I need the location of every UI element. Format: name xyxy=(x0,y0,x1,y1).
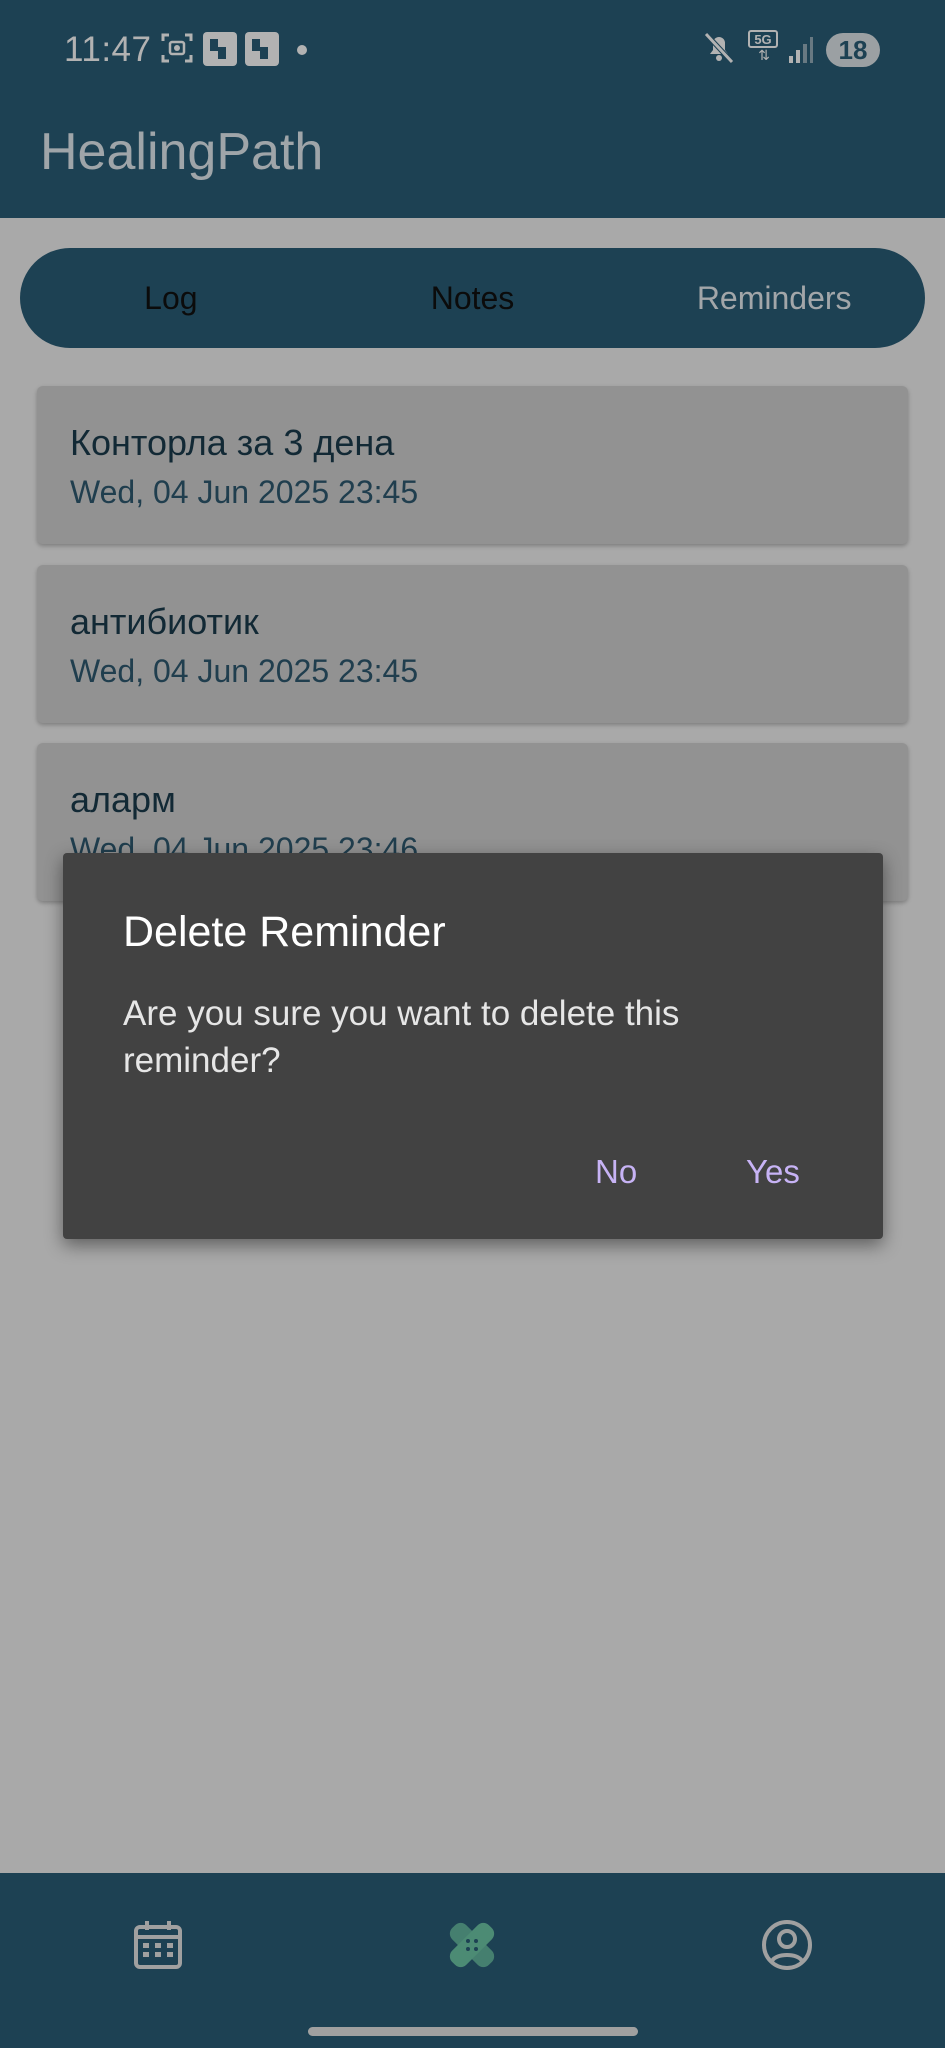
no-button[interactable]: No xyxy=(595,1153,637,1191)
dialog-title: Delete Reminder xyxy=(123,908,446,956)
dialog-message: Are you sure you want to delete this rem… xyxy=(123,994,680,1080)
delete-reminder-dialog: Delete Reminder Are you sure you want to… xyxy=(63,853,883,1239)
yes-button[interactable]: Yes xyxy=(746,1153,800,1191)
